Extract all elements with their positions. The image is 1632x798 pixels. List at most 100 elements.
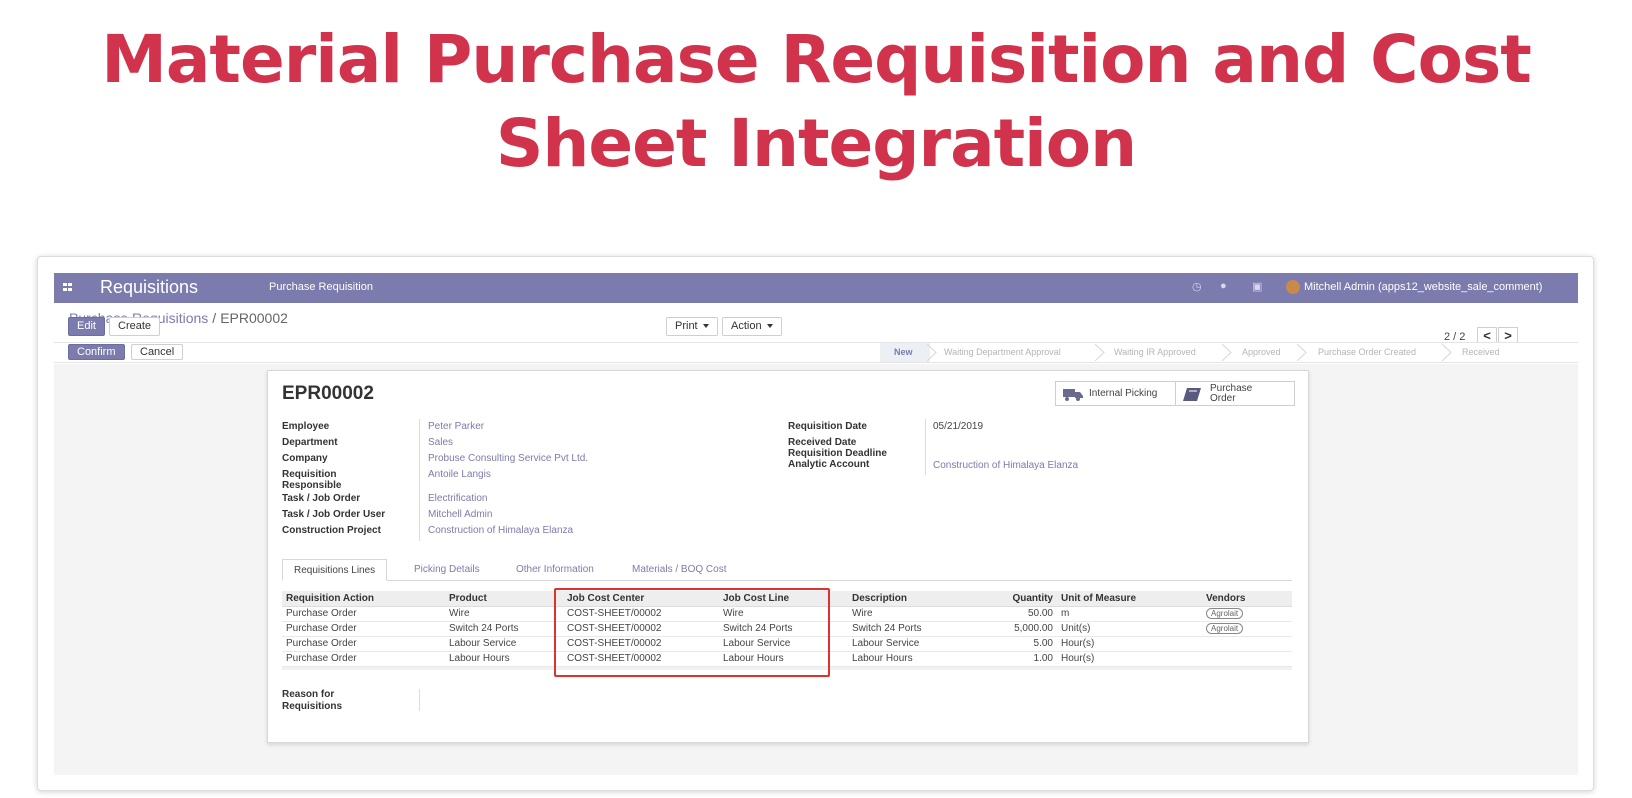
stage-received[interactable]: Received <box>1462 347 1500 357</box>
table-cell: Hour(s) <box>1057 651 1202 667</box>
stage-separator <box>1442 344 1452 361</box>
edit-button[interactable]: Edit <box>68 317 105 336</box>
task-job-order-value[interactable]: Electrification <box>428 493 487 504</box>
book-icon <box>1183 388 1201 401</box>
action-label: Action <box>731 320 762 332</box>
table-cell: Labour Hours <box>848 651 967 667</box>
user-menu[interactable]: Mitchell Admin (apps12_website_sale_comm… <box>1304 281 1542 293</box>
requisition-date-value[interactable]: 05/21/2019 <box>933 421 983 432</box>
table-cell: 50.00 <box>967 606 1057 622</box>
breadcrumb-current: EPR00002 <box>220 310 288 326</box>
vendor-tag[interactable]: Agrolait <box>1206 623 1244 634</box>
employee-value[interactable]: Peter Parker <box>428 421 484 432</box>
received-date-label: Received Date <box>788 437 857 448</box>
company-label: Company <box>282 453 328 464</box>
table-row[interactable]: Purchase Order Labour Service COST-SHEET… <box>282 636 1292 652</box>
app-name[interactable]: Requisitions <box>100 277 198 298</box>
table-footer-row <box>282 666 1292 670</box>
table-cell: Wire <box>445 606 563 622</box>
internal-picking-label: Internal Picking <box>1089 388 1158 399</box>
column-header[interactable]: Job Cost Line <box>719 591 848 607</box>
form-sheet: EPR00002 Internal Picking Purchase Order … <box>267 370 1309 743</box>
caret-down-icon <box>766 324 773 329</box>
field-divider <box>419 419 420 541</box>
table-cell: Agrolait <box>1202 621 1292 637</box>
purchase-order-smart-button[interactable]: Purchase Order <box>1175 381 1295 406</box>
table-row[interactable]: Purchase Order Wire COST-SHEET/00002 Wir… <box>282 606 1292 622</box>
notebook-tabs: Requisitions Lines Picking Details Other… <box>282 559 1292 581</box>
table-cell <box>1202 636 1292 652</box>
confirm-button[interactable]: Confirm <box>68 344 125 360</box>
table-cell: Labour Service <box>719 636 848 652</box>
tab-materials-boq-cost[interactable]: Materials / BOQ Cost <box>632 564 726 575</box>
truck-icon <box>1063 389 1083 401</box>
table-cell: Purchase Order <box>282 636 445 652</box>
vendor-tag[interactable]: Agrolait <box>1206 608 1244 619</box>
clock-icon[interactable]: ◷ <box>1192 280 1202 293</box>
cancel-button[interactable]: Cancel <box>131 344 184 360</box>
requisition-date-label: Requisition Date <box>788 421 867 432</box>
chat-icon[interactable]: ● <box>1220 280 1227 292</box>
department-label: Department <box>282 437 338 448</box>
stage-separator <box>1297 344 1307 361</box>
print-button[interactable]: Print <box>666 317 718 336</box>
table-cell: Labour Hours <box>719 651 848 667</box>
table-cell: Purchase Order <box>282 621 445 637</box>
company-value[interactable]: Probuse Consulting Service Pvt Ltd. <box>428 453 588 464</box>
requisition-responsible-value[interactable]: Antoile Langis <box>428 469 491 480</box>
action-button[interactable]: Action <box>722 317 782 336</box>
table-cell: Hour(s) <box>1057 636 1202 652</box>
department-value[interactable]: Sales <box>428 437 453 448</box>
stage-waiting-department-approval[interactable]: Waiting Department Approval <box>944 347 1061 357</box>
table-cell: Agrolait <box>1202 606 1292 622</box>
apps-icon[interactable] <box>63 283 73 291</box>
purchase-order-label-line2: Order <box>1210 393 1236 404</box>
table-cell: Purchase Order <box>282 606 445 622</box>
table-cell: COST-SHEET/00002 <box>563 606 719 622</box>
table-row[interactable]: Purchase Order Labour Hours COST-SHEET/0… <box>282 651 1292 667</box>
stage-new[interactable]: New <box>894 347 913 357</box>
table-cell: Labour Service <box>848 636 967 652</box>
table-cell: 5.00 <box>967 636 1057 652</box>
menu-purchase-requisition[interactable]: Purchase Requisition <box>269 281 373 293</box>
construction-project-label: Construction Project <box>282 525 381 536</box>
document-title: EPR00002 <box>282 383 374 404</box>
requisition-deadline-label: Requisition Deadline <box>788 448 887 459</box>
stage-approved[interactable]: Approved <box>1242 347 1281 357</box>
table-cell: Labour Service <box>445 636 563 652</box>
caret-down-icon <box>702 324 709 329</box>
banner-title: Material Purchase Requisition and Cost S… <box>101 21 1532 182</box>
analytic-account-value[interactable]: Construction of Himalaya Elanza <box>933 460 1078 471</box>
column-header[interactable]: Requisition Action <box>282 591 445 607</box>
stage-waiting-ir-approved[interactable]: Waiting IR Approved <box>1114 347 1196 357</box>
column-header[interactable]: Unit of Measure <box>1057 591 1202 607</box>
tab-requisitions-lines[interactable]: Requisitions Lines <box>282 559 388 581</box>
create-button[interactable]: Create <box>109 317 161 336</box>
avatar[interactable] <box>1286 280 1300 294</box>
stage-separator <box>927 344 937 361</box>
tab-picking-details[interactable]: Picking Details <box>414 564 480 575</box>
stage-purchase-order-created[interactable]: Purchase Order Created <box>1318 347 1416 357</box>
table-cell: COST-SHEET/00002 <box>563 651 719 667</box>
top-navbar: Requisitions Purchase Requisition ◷ ● ▣ … <box>54 273 1578 303</box>
column-header[interactable]: Quantity <box>967 591 1057 607</box>
table-cell: Switch 24 Ports <box>445 621 563 637</box>
table-cell: Wire <box>719 606 848 622</box>
gift-icon[interactable]: ▣ <box>1252 280 1262 293</box>
table-row[interactable]: Purchase Order Switch 24 Ports COST-SHEE… <box>282 621 1292 637</box>
tab-other-information[interactable]: Other Information <box>516 564 594 575</box>
internal-picking-button[interactable]: Internal Picking <box>1055 381 1176 406</box>
stage-separator <box>1095 344 1105 361</box>
table-header-row: Requisition Action Product Job Cost Cent… <box>282 591 1292 607</box>
column-header[interactable]: Job Cost Center <box>563 591 719 607</box>
table-cell: m <box>1057 606 1202 622</box>
column-header[interactable]: Vendors <box>1202 591 1292 607</box>
print-label: Print <box>675 320 698 332</box>
column-header[interactable]: Product <box>445 591 563 607</box>
table-cell: Labour Hours <box>445 651 563 667</box>
construction-project-value[interactable]: Construction of Himalaya Elanza <box>428 525 573 536</box>
table-cell: COST-SHEET/00002 <box>563 636 719 652</box>
table-cell: Purchase Order <box>282 651 445 667</box>
task-job-order-user-value[interactable]: Mitchell Admin <box>428 509 492 520</box>
column-header[interactable]: Description <box>848 591 967 607</box>
